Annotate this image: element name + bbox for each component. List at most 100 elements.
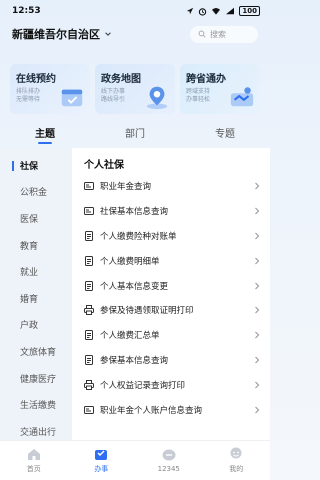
wifi-icon xyxy=(211,7,221,15)
chevron-right-icon xyxy=(254,182,260,190)
search-input[interactable]: 搜索 xyxy=(190,25,258,43)
chevron-right-icon xyxy=(254,282,260,290)
chevron-right-icon xyxy=(254,356,260,364)
status-time: 12:53 xyxy=(12,6,41,16)
chevron-right-icon xyxy=(254,306,260,314)
hotline-icon xyxy=(162,449,176,461)
sidebar-item-housing-fund[interactable]: 公积金 xyxy=(0,179,72,206)
service-item[interactable]: 参保基本信息查询 xyxy=(84,348,260,373)
sidebar-item-utilities[interactable]: 生活缴费 xyxy=(0,391,72,418)
card-subtitle: 线下办事 路线导引 xyxy=(101,88,126,103)
region-selector[interactable]: 新疆维吾尔自治区 xyxy=(12,26,112,42)
doc-icon xyxy=(84,230,94,241)
signal-icon xyxy=(225,7,235,15)
service-item[interactable]: 社保基本信息查询 xyxy=(84,199,260,224)
service-panel: 个人社保 职业年金查询社保基本信息查询 个人缴费险种对账单 个人缴费明细单 个人基本信… xyxy=(72,148,270,440)
service-item[interactable]: 职业年金个人账户信息查询 xyxy=(84,397,260,422)
home-icon xyxy=(27,449,40,460)
briefcase-icon xyxy=(95,450,108,460)
map-pin-icon xyxy=(146,86,168,110)
tab-special-topic[interactable]: 专题 xyxy=(180,120,270,146)
chevron-right-icon xyxy=(254,331,260,339)
search-placeholder: 搜索 xyxy=(210,29,226,39)
nav-hotline[interactable]: 12345 xyxy=(135,441,203,480)
chevron-down-icon xyxy=(105,32,111,36)
header: 新疆维吾尔自治区 搜索 xyxy=(0,24,270,44)
panel-title: 个人社保 xyxy=(84,160,124,171)
chevron-right-icon xyxy=(254,381,260,389)
status-icons: 100 xyxy=(186,6,260,16)
chevron-right-icon xyxy=(254,406,260,414)
service-label: 参保及待遇领取证明打印 xyxy=(100,306,194,317)
doc-icon xyxy=(84,354,94,365)
user-icon xyxy=(230,447,242,459)
sidebar-item-marriage[interactable]: 婚育 xyxy=(0,285,72,312)
location-icon xyxy=(186,7,194,15)
search-icon xyxy=(198,30,206,38)
bottom-navigation: 首页 办事 12345 我的 xyxy=(0,440,270,480)
calendar-icon xyxy=(61,89,83,107)
sidebar-item-employment[interactable]: 就业 xyxy=(0,258,72,285)
printer-icon xyxy=(84,305,94,316)
nav-profile[interactable]: 我的 xyxy=(203,441,271,480)
printer-icon xyxy=(84,379,94,390)
doc-icon xyxy=(84,330,94,341)
battery-indicator: 100 xyxy=(239,6,260,16)
quick-service-cards: 在线预约 排队排办 无需等待 政务地图 线下办事 路线导引 跨省通办 跨域支持 … xyxy=(10,64,260,114)
service-label: 职业年金查询 xyxy=(100,182,152,193)
nav-services[interactable]: 办事 xyxy=(68,441,136,480)
card-cross-province[interactable]: 跨省通办 跨域支持 办事轻松 xyxy=(180,64,260,114)
service-label: 个人缴费明细单 xyxy=(100,256,160,267)
service-label: 个人缴费险种对账单 xyxy=(100,231,177,242)
sidebar-item-health[interactable]: 健康医疗 xyxy=(0,365,72,392)
category-sidebar: 社保 公积金 医保 教育 就业 婚育 户政 文旅体育 健康医疗 生活缴费 交通出… xyxy=(0,148,72,440)
card-icon xyxy=(84,206,94,216)
card-subtitle: 跨域支持 办事轻松 xyxy=(186,88,211,103)
service-content: 社保 公积金 医保 教育 就业 婚育 户政 文旅体育 健康医疗 生活缴费 交通出… xyxy=(0,148,270,440)
sidebar-item-culture-sports[interactable]: 文旅体育 xyxy=(0,338,72,365)
handshake-icon xyxy=(230,87,254,107)
chevron-right-icon xyxy=(254,207,260,215)
sidebar-item-education[interactable]: 教育 xyxy=(0,232,72,259)
service-label: 个人权益记录查询打印 xyxy=(100,380,186,391)
service-item[interactable]: 个人基本信息变更 xyxy=(84,273,260,298)
service-label: 个人基本信息变更 xyxy=(100,281,169,292)
service-item[interactable]: 个人缴费险种对账单 xyxy=(84,224,260,249)
nav-home[interactable]: 首页 xyxy=(0,441,68,480)
doc-icon xyxy=(84,255,94,266)
nav-label: 首页 xyxy=(26,465,41,473)
card-subtitle: 排队排办 无需等待 xyxy=(16,88,41,103)
alarm-icon xyxy=(198,7,207,16)
card-government-map[interactable]: 政务地图 线下办事 路线导引 xyxy=(95,64,175,114)
card-title: 跨省通办 xyxy=(186,74,226,85)
service-list: 职业年金查询 社保基本信息查询 个人缴费险种对账单 个人缴费明细单 个人基本信息变更 参保… xyxy=(84,174,260,422)
card-icon xyxy=(84,181,94,191)
service-label: 个人缴费汇总单 xyxy=(100,331,160,342)
sidebar-item-medical-insurance[interactable]: 医保 xyxy=(0,205,72,232)
tab-theme[interactable]: 主题 xyxy=(0,120,90,146)
service-item[interactable]: 个人缴费明细单 xyxy=(84,248,260,273)
nav-label: 我的 xyxy=(229,465,244,473)
status-bar: 12:53 100 xyxy=(0,0,270,22)
service-item[interactable]: 个人缴费汇总单 xyxy=(84,323,260,348)
service-item[interactable]: 职业年金查询 xyxy=(84,174,260,199)
doc-icon xyxy=(84,280,94,291)
card-title: 政务地图 xyxy=(101,74,141,85)
tab-department[interactable]: 部门 xyxy=(90,120,180,146)
chevron-right-icon xyxy=(254,257,260,265)
nav-label: 12345 xyxy=(157,465,180,473)
service-label: 社保基本信息查询 xyxy=(100,207,169,218)
category-tabs: 主题 部门 专题 xyxy=(0,120,270,146)
card-online-appointment[interactable]: 在线预约 排队排办 无需等待 xyxy=(10,64,90,114)
card-icon xyxy=(84,405,94,415)
region-name: 新疆维吾尔自治区 xyxy=(12,28,100,41)
card-title: 在线预约 xyxy=(16,74,56,85)
service-label: 参保基本信息查询 xyxy=(100,355,169,366)
sidebar-item-household[interactable]: 户政 xyxy=(0,312,72,339)
service-label: 职业年金个人账户信息查询 xyxy=(100,405,203,416)
service-item[interactable]: 参保及待遇领取证明打印 xyxy=(84,298,260,323)
chevron-right-icon xyxy=(254,232,260,240)
sidebar-item-social-security[interactable]: 社保 xyxy=(0,152,72,179)
service-item[interactable]: 个人权益记录查询打印 xyxy=(84,372,260,397)
nav-label: 办事 xyxy=(94,465,109,473)
